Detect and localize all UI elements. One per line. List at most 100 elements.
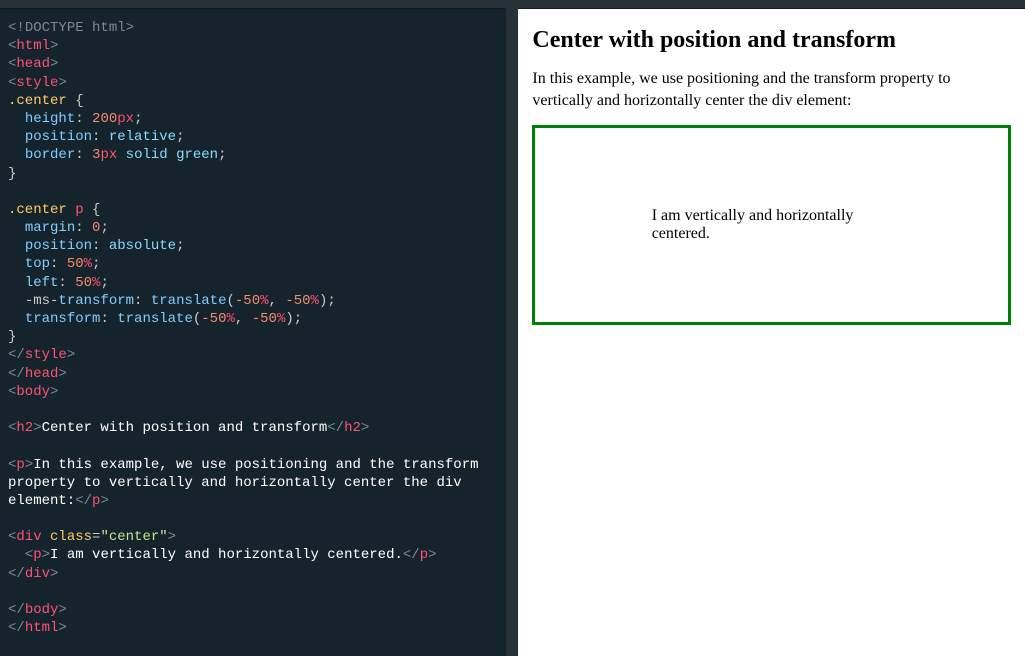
code-token: translate	[151, 293, 227, 309]
code-token: DOCTYPE	[25, 20, 84, 36]
code-token: border	[8, 147, 75, 163]
code-editor[interactable]: <!DOCTYPE html> <html> <head> <style> .c…	[0, 8, 506, 656]
code-token: -ms-	[8, 293, 58, 309]
code-token: html	[84, 20, 126, 36]
code-token: head	[25, 366, 59, 382]
code-token: p	[33, 547, 41, 563]
code-token: style	[25, 347, 67, 363]
code-token: 200	[92, 111, 117, 127]
code-token: margin	[8, 220, 75, 236]
code-token: p	[420, 547, 428, 563]
code-token: ;	[100, 275, 108, 291]
code-token: p	[16, 457, 24, 473]
code-token: px	[100, 147, 117, 163]
code-token: position	[8, 129, 92, 145]
code-token: 50	[67, 256, 84, 272]
code-token: >	[25, 457, 33, 473]
code-token: h2	[16, 420, 33, 436]
code-token: div	[16, 529, 41, 545]
code-token: >	[42, 547, 50, 563]
code-token: </	[8, 602, 25, 618]
code-token: -50	[235, 293, 260, 309]
code-token: ;	[327, 293, 335, 309]
code-token: height	[8, 111, 75, 127]
code-token: transform	[8, 311, 100, 327]
code-token: )	[285, 311, 293, 327]
code-token: >	[361, 420, 369, 436]
code-token: }	[8, 329, 16, 345]
code-token: </	[75, 493, 92, 509]
code-token: px	[117, 111, 134, 127]
code-token: 50	[75, 275, 92, 291]
code-token: green	[176, 147, 218, 163]
code-token: Center with position and transform	[42, 420, 328, 436]
code-token: :	[100, 311, 117, 327]
code-token: :	[92, 238, 109, 254]
code-token: -50	[252, 311, 277, 327]
code-token: :	[58, 275, 75, 291]
code-token: %	[311, 293, 319, 309]
code-token: ;	[134, 111, 142, 127]
code-token: >	[58, 366, 66, 382]
code-token: "center"	[100, 529, 167, 545]
code-token: }	[8, 166, 16, 182]
code-token: style	[16, 75, 58, 91]
code-token: ;	[176, 129, 184, 145]
code-token: </	[8, 347, 25, 363]
code-token: body	[16, 384, 50, 400]
code-token: transform	[58, 293, 134, 309]
code-token	[42, 529, 50, 545]
code-token: head	[16, 56, 50, 72]
code-token: </	[8, 366, 25, 382]
split-view: <!DOCTYPE html> <html> <head> <style> .c…	[0, 0, 1025, 656]
code-token: html	[25, 620, 59, 636]
code-token: :	[75, 220, 92, 236]
code-token: I am vertically and horizontally centere…	[50, 547, 403, 563]
code-token: -50	[285, 293, 310, 309]
code-token: >	[67, 347, 75, 363]
code-token: </	[403, 547, 420, 563]
code-token: relative	[109, 129, 176, 145]
code-token: class	[50, 529, 92, 545]
code-token: >	[58, 620, 66, 636]
code-token: ;	[218, 147, 226, 163]
centered-text: I am vertically and horizontally centere…	[652, 207, 892, 243]
code-token: ,	[269, 293, 286, 309]
code-token: .center	[8, 93, 67, 109]
code-token: :	[75, 147, 92, 163]
code-token: >	[33, 420, 41, 436]
code-token: body	[25, 602, 59, 618]
code-token: >	[126, 20, 134, 36]
code-token: <!	[8, 20, 25, 36]
code-token: >	[50, 384, 58, 400]
code-token: >	[58, 602, 66, 618]
code-token: :	[134, 293, 151, 309]
code-token: >	[100, 493, 108, 509]
code-token: :	[50, 256, 67, 272]
preview-pane: Center with position and transform In th…	[518, 8, 1025, 656]
code-token: absolute	[109, 238, 176, 254]
code-token: %	[84, 256, 92, 272]
code-token: </	[327, 420, 344, 436]
code-token: >	[168, 529, 176, 545]
code-token: div	[25, 566, 50, 582]
code-token: {	[84, 202, 101, 218]
code-token: </	[8, 566, 25, 582]
code-token: (	[226, 293, 234, 309]
code-token: p	[67, 202, 84, 218]
code-token: {	[67, 93, 84, 109]
code-token: %	[227, 311, 235, 327]
code-token: solid	[117, 147, 176, 163]
code-token: :	[92, 129, 109, 145]
code-token: </	[8, 620, 25, 636]
code-token: <	[8, 547, 33, 563]
code-token: ;	[294, 311, 302, 327]
code-token: ;	[100, 220, 108, 236]
center-demo-box: I am vertically and horizontally centere…	[532, 125, 1011, 325]
code-token: top	[8, 256, 50, 272]
code-token: >	[428, 547, 436, 563]
code-token: translate	[117, 311, 193, 327]
code-token: >	[58, 75, 66, 91]
code-token: ;	[92, 256, 100, 272]
code-token: >	[50, 38, 58, 54]
